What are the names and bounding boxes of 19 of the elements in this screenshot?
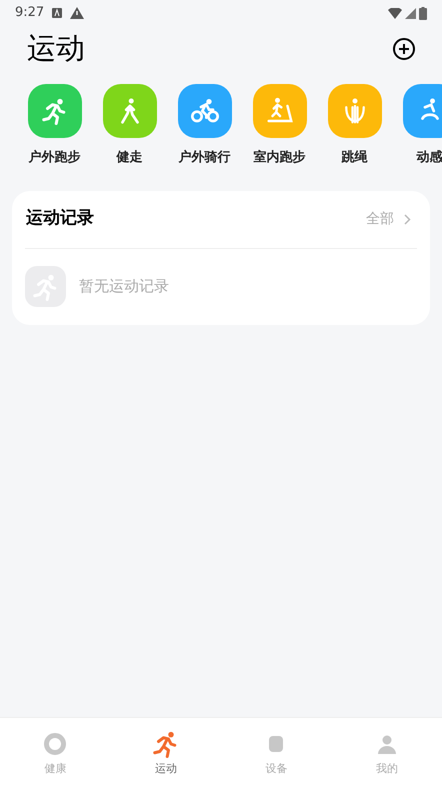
sport-button[interactable]: 跳绳 — [317, 84, 392, 168]
battery-icon — [419, 6, 427, 20]
status-time: 9:27 — [15, 4, 44, 22]
chevron-icon — [404, 214, 411, 224]
warning-icon — [70, 7, 84, 19]
add-button[interactable] — [392, 37, 416, 61]
sport-button[interactable]: 健走 — [92, 84, 167, 168]
sport-button[interactable]: 户外骑行 — [167, 84, 242, 168]
empty-message: 暂无运动记录 — [79, 276, 169, 298]
notification-icon — [52, 8, 62, 18]
page-title: 运动 — [27, 30, 85, 68]
add-icon — [392, 37, 416, 61]
ring-icon — [43, 732, 68, 756]
records-title: 运动记录 — [25, 207, 94, 230]
sport-button[interactable]: 户外跑步 — [17, 84, 92, 168]
wifi-icon — [388, 8, 402, 18]
signal-icon — [405, 8, 416, 18]
sport-button[interactable]: 室内跑步 — [242, 84, 317, 168]
tab-item[interactable]: 运动 — [110, 718, 221, 787]
